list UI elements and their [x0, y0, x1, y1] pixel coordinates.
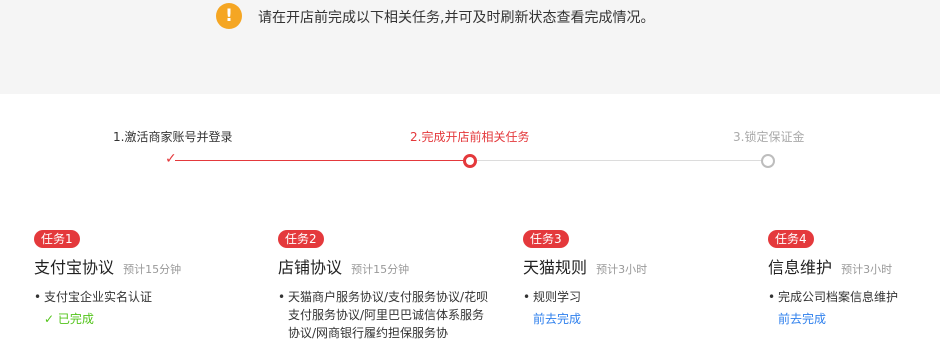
task-card-2: 任务2 店铺协议 预计15分钟 • 天猫商户服务协议/支付服务协议/花呗支付服务协… [278, 228, 490, 342]
task-item: • 天猫商户服务协议/支付服务协议/花呗支付服务协议/阿里巴巴诚信体系服务协议/网… [278, 290, 489, 340]
task-item: • 支付宝企业实名认证 [34, 290, 153, 304]
step-future-node [761, 154, 775, 168]
task-badge: 任务4 [768, 230, 814, 248]
notice-text: 请在开店前完成以下相关任务,并可及时刷新状态查看完成情况。 [258, 10, 655, 26]
task-title: 店铺协议 [278, 258, 343, 277]
task-badge: 任务1 [34, 230, 80, 248]
progress-line-pending [476, 160, 762, 161]
task-item: • 完成公司档案信息维护 [768, 290, 899, 304]
task-badge: 任务3 [523, 230, 569, 248]
step-1-label: 1.激活商家账号并登录 [113, 130, 233, 144]
go-complete-link[interactable]: 前去完成 [768, 310, 933, 327]
step-2-label: 2.完成开店前相关任务 [410, 130, 530, 144]
task-estimate: 预计3小时 [841, 263, 893, 276]
progress-line-completed [175, 160, 465, 161]
go-complete-link[interactable]: 前去完成 [523, 310, 743, 327]
task-card-4: 任务4 信息维护 预计3小时 • 完成公司档案信息维护 前去完成 [768, 228, 933, 327]
task-card-1: 任务1 支付宝协议 预计15分钟 • 支付宝企业实名认证 ✓ 已完成 [34, 228, 254, 327]
task-title: 信息维护 [768, 258, 833, 277]
task-badge: 任务2 [278, 230, 324, 248]
step-current-node [463, 154, 477, 168]
task-estimate: 预计15分钟 [351, 263, 410, 276]
task-title: 支付宝协议 [34, 258, 115, 277]
step-3-label: 3.锁定保证金 [733, 130, 805, 144]
step-done-check-icon: ✓ [165, 151, 177, 167]
exclamation-icon: ! [216, 3, 242, 29]
task-item: • 规则学习 [523, 290, 582, 304]
task-estimate: 预计3小时 [596, 263, 648, 276]
notice-banner: ! 请在开店前完成以下相关任务,并可及时刷新状态查看完成情况。 [0, 0, 940, 94]
task-status-done: ✓ 已完成 [44, 312, 94, 326]
task-title: 天猫规则 [523, 258, 588, 277]
task-estimate: 预计15分钟 [123, 263, 182, 276]
check-icon: ✓ [44, 312, 55, 326]
task-card-3: 任务3 天猫规则 预计3小时 • 规则学习 前去完成 [523, 228, 743, 327]
